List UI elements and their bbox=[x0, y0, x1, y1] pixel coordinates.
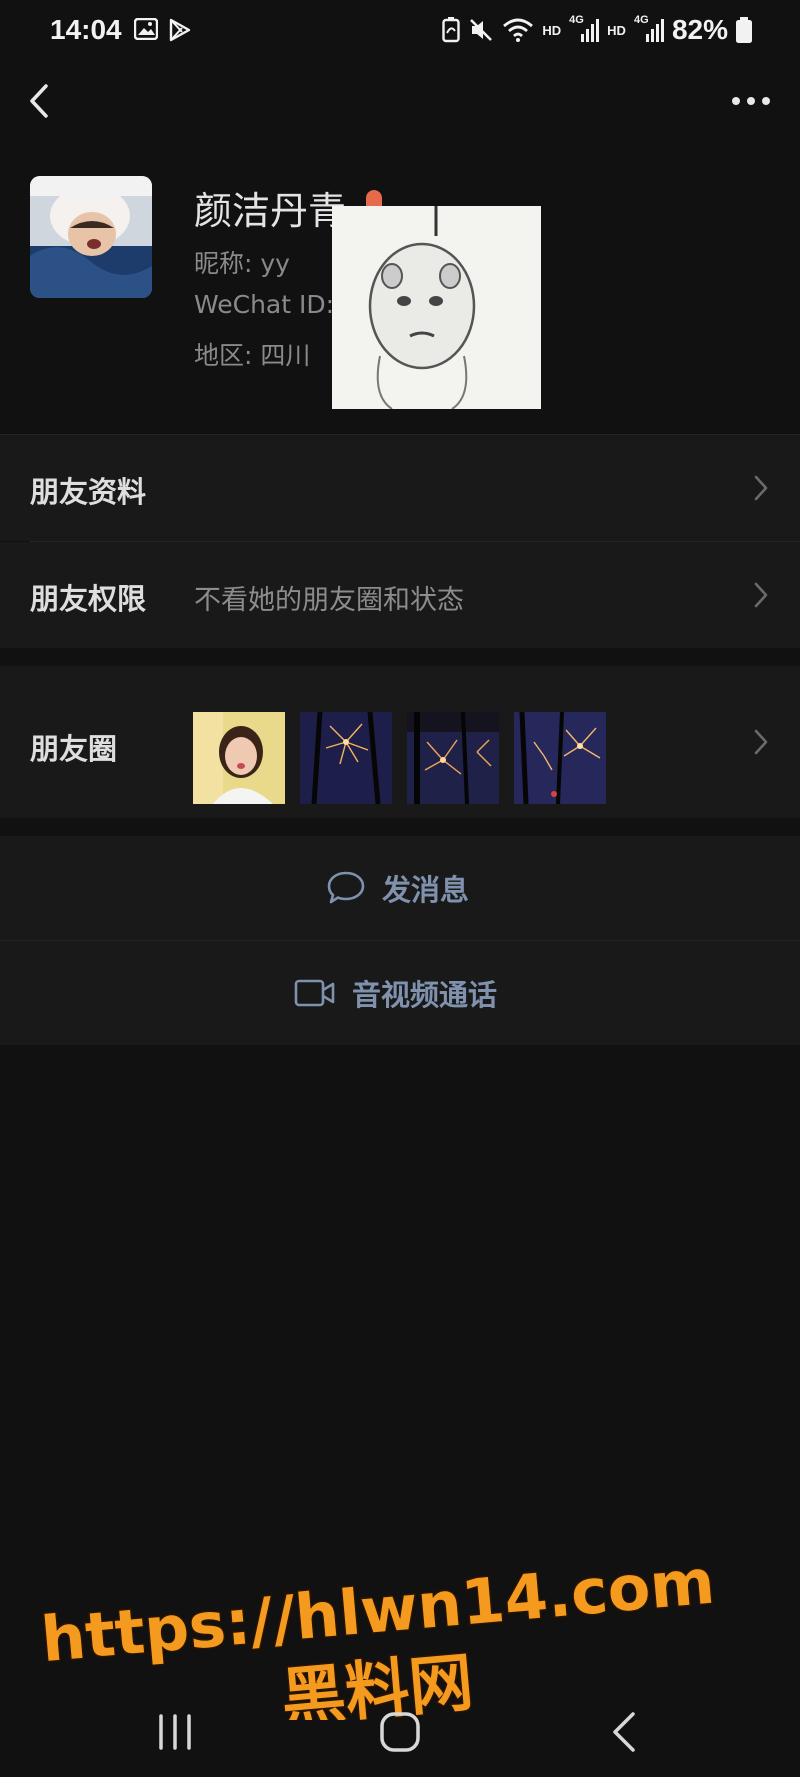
video-call-label: 音视频通话 bbox=[352, 978, 498, 1012]
avatar-image bbox=[30, 176, 152, 298]
chevron-left-icon[interactable] bbox=[22, 78, 62, 124]
home-icon[interactable] bbox=[370, 1702, 430, 1762]
cartoon-face-sticker bbox=[332, 206, 541, 410]
gallery-icon bbox=[134, 18, 158, 40]
moments-thumbnail bbox=[300, 712, 392, 804]
system-nav-bar bbox=[0, 1690, 800, 1777]
friend-info-label: 朋友资料 bbox=[30, 475, 147, 509]
signal-icon bbox=[581, 19, 600, 42]
wechat-contact-profile-screen: 14:04 HD 4G HD 4G 82% 颜洁丹青 昵称: yy WeChat… bbox=[0, 0, 800, 1777]
status-left-icons bbox=[134, 18, 192, 42]
nickname-text: 昵称: yy bbox=[194, 249, 290, 278]
friend-info-row[interactable]: 朋友资料 bbox=[0, 435, 800, 541]
video-camera-icon bbox=[294, 979, 335, 1007]
region-text: 地区: 四川 bbox=[194, 341, 311, 370]
more-dots-icon[interactable] bbox=[728, 84, 774, 118]
fireworks-photo bbox=[407, 712, 499, 804]
section-gap bbox=[0, 818, 800, 836]
top-nav bbox=[0, 66, 800, 136]
battery-saver-icon bbox=[442, 17, 461, 43]
play-store-icon bbox=[169, 18, 191, 42]
chevron-right-icon bbox=[754, 729, 768, 755]
moments-row[interactable]: 朋友圈 bbox=[0, 666, 800, 818]
chevron-right-icon bbox=[754, 475, 768, 501]
hd-label-1: HD bbox=[542, 22, 562, 38]
friend-permissions-row[interactable]: 朋友权限 不看她的朋友圈和状态 bbox=[0, 542, 800, 648]
sticker-overlay-image bbox=[332, 206, 541, 410]
fireworks-photo bbox=[514, 712, 606, 804]
send-message-label: 发消息 bbox=[382, 873, 470, 907]
send-message-content: 发消息 bbox=[326, 836, 469, 940]
avatar[interactable] bbox=[30, 176, 152, 298]
status-time: 14:04 bbox=[50, 14, 122, 45]
wifi-icon bbox=[503, 18, 534, 42]
fireworks-photo bbox=[300, 712, 392, 804]
back-icon[interactable] bbox=[595, 1702, 655, 1762]
chat-bubble-icon bbox=[327, 871, 365, 904]
wechat-id-text: WeChat ID: bbox=[194, 290, 335, 319]
moments-label: 朋友圈 bbox=[30, 732, 118, 766]
hd-label-2: HD bbox=[607, 22, 626, 38]
friend-permissions-label: 朋友权限 bbox=[30, 582, 147, 616]
signal-group-1: 4G bbox=[569, 14, 600, 44]
moments-thumbnail bbox=[193, 712, 285, 804]
status-right-icons: HD 4G HD 4G 82% bbox=[442, 14, 752, 46]
selfie-photo bbox=[193, 712, 285, 804]
signal-icon bbox=[645, 19, 664, 42]
battery-percent: 82% bbox=[671, 14, 728, 45]
recent-apps-icon[interactable] bbox=[145, 1702, 205, 1762]
moments-thumbnail bbox=[514, 712, 606, 804]
battery-icon bbox=[736, 17, 752, 43]
video-call-content: 音视频通话 bbox=[294, 941, 497, 1045]
status-bar: 14:04 HD 4G HD 4G 82% bbox=[0, 0, 800, 66]
signal-group-2: 4G bbox=[634, 14, 664, 44]
friend-permissions-value: 不看她的朋友圈和状态 bbox=[194, 585, 464, 616]
send-message-button[interactable]: 发消息 bbox=[0, 836, 800, 940]
section-gap bbox=[0, 648, 800, 666]
display-name: 颜洁丹青 bbox=[194, 189, 347, 233]
mute-icon bbox=[470, 19, 493, 41]
chevron-right-icon bbox=[754, 582, 768, 608]
moments-thumbnail bbox=[407, 712, 499, 804]
profile-header: 颜洁丹青 昵称: yy WeChat ID: 地区: 四川 bbox=[0, 150, 800, 434]
video-call-button[interactable]: 音视频通话 bbox=[0, 941, 800, 1045]
